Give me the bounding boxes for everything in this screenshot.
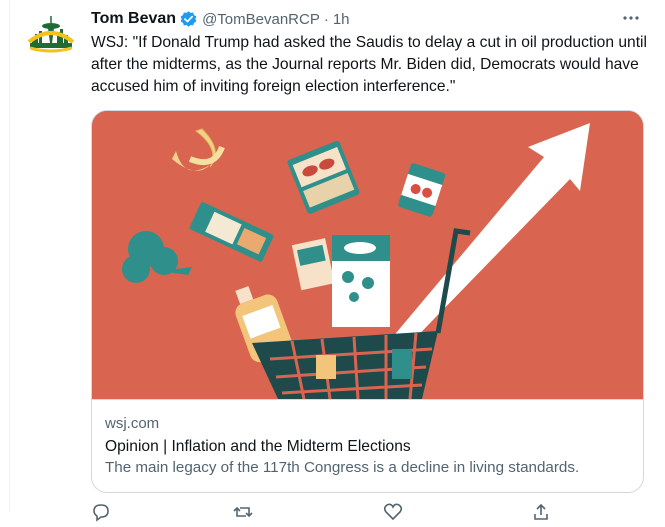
- card-meta: wsj.com Opinion | Inflation and the Midt…: [105, 414, 635, 478]
- verified-badge-icon: [179, 10, 198, 29]
- card-image[interactable]: [92, 111, 643, 400]
- timeline-divider: [9, 0, 10, 512]
- shopping-cart-illustration: [92, 111, 643, 400]
- tweet-header: Tom Bevan @TomBevanRCP · 1h: [91, 9, 350, 29]
- tweet-actions: [91, 502, 631, 522]
- card-title[interactable]: Opinion | Inflation and the Midterm Elec…: [105, 436, 635, 458]
- like-icon[interactable]: [383, 502, 403, 522]
- retweet-icon[interactable]: [233, 502, 253, 522]
- card-domain: wsj.com: [105, 415, 160, 432]
- link-card[interactable]: wsj.com Opinion | Inflation and the Midt…: [91, 110, 644, 493]
- user-handle[interactable]: @TomBevanRCP: [202, 11, 320, 28]
- separator-dot: ·: [323, 10, 329, 28]
- timestamp[interactable]: 1h: [333, 11, 350, 28]
- more-icon[interactable]: [620, 8, 642, 28]
- card-description: The main legacy of the 117th Congress is…: [105, 459, 580, 476]
- reply-icon[interactable]: [91, 502, 111, 522]
- avatar[interactable]: [26, 10, 76, 60]
- display-name[interactable]: Tom Bevan: [91, 10, 176, 28]
- tweet-text: WSJ: "If Donald Trump had asked the Saud…: [91, 34, 647, 95]
- cereal-box-icon: [332, 235, 390, 327]
- share-icon[interactable]: [531, 502, 551, 522]
- seattle-supersonics-logo: [26, 10, 76, 60]
